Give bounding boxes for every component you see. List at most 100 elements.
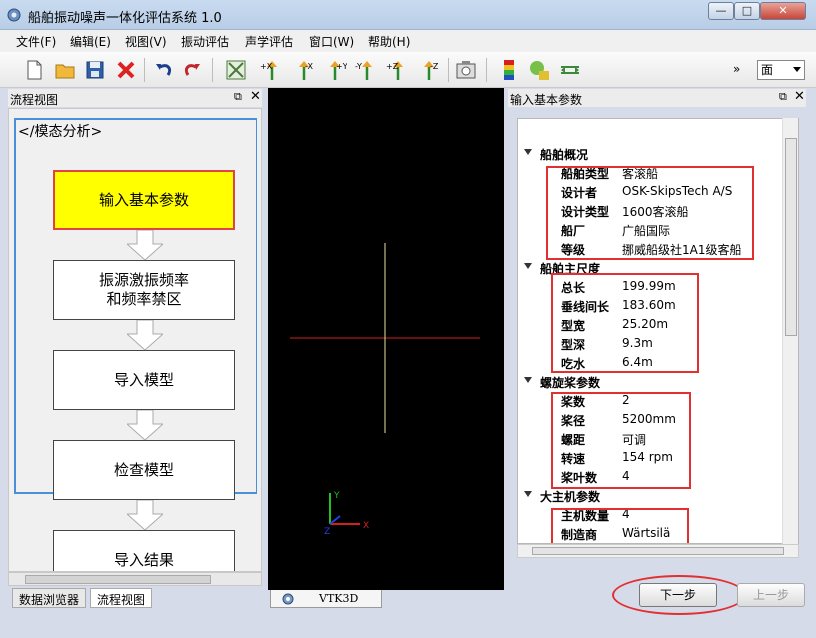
crosshair: Y X Z (290, 243, 480, 537)
display-mode-value: 面 (761, 63, 774, 77)
close-panel-icon[interactable]: ✕ (250, 89, 261, 104)
highlight-box (551, 273, 699, 373)
scrollbar-thumb[interactable] (532, 547, 784, 555)
group-title-text: 船舶概况 (540, 148, 589, 162)
minimize-button[interactable]: — (708, 2, 734, 20)
menu-window[interactable]: 窗口(W) (309, 33, 354, 50)
right-panel-header: 输入基本参数 ⧉ ✕ (508, 89, 806, 107)
step-input-params[interactable]: 输入基本参数 (53, 170, 235, 230)
view-minus-y-icon[interactable]: -Y (355, 58, 379, 82)
color-map-icon[interactable] (497, 58, 521, 82)
menu-view[interactable]: 视图(V) (125, 33, 167, 50)
step-excitation-frequency[interactable]: 振源激振频率 和频率禁区 (53, 260, 235, 320)
close-panel-icon[interactable]: ✕ (794, 89, 805, 104)
step-label: 输入基本参数 (98, 190, 189, 209)
property-tree: 船舶概况 船舶类型 客滚船 设计者 OSK-SkipsTech A/S 设计类型… (517, 118, 799, 544)
float-panel-icon[interactable]: ⧉ (779, 90, 787, 104)
left-splitter[interactable] (257, 109, 261, 571)
arrow-down-icon (127, 410, 163, 440)
vtk-3d-viewport[interactable]: Y X Z (268, 88, 504, 590)
svg-text:-Z: -Z (430, 62, 439, 71)
toolbar: +X -X +Y -Y +Z -Z » 面 (0, 52, 816, 88)
window-title: 船舶振动噪声一体化评估系统 1.0 (28, 11, 222, 26)
step-import-model[interactable]: 导入模型 (53, 350, 235, 410)
chevron-down-icon (793, 67, 801, 72)
maximize-button[interactable]: □ (734, 2, 760, 20)
app-gear-icon (7, 8, 21, 22)
group-main-engine[interactable]: 大主机参数 (524, 488, 601, 505)
toolbar-separator (486, 58, 487, 82)
arrow-down-icon (127, 320, 163, 350)
redo-icon[interactable] (180, 58, 204, 82)
tab-vtk3d[interactable]: VTK3D (270, 590, 382, 608)
gear-icon (282, 593, 294, 605)
svg-text:+Y: +Y (336, 62, 347, 71)
flow-title: </模态分析> (18, 124, 103, 140)
svg-text:-Y: -Y (355, 62, 362, 71)
highlight-box (551, 508, 689, 543)
expand-arrow-icon[interactable] (524, 491, 532, 497)
step-label: 导入结果 (113, 550, 174, 569)
group-title-text: 大主机参数 (540, 490, 601, 504)
menu-help[interactable]: 帮助(H) (368, 33, 410, 50)
menu-bar: 文件(F) 编辑(E) 视图(V) 振动评估 声学评估 窗口(W) 帮助(H) (0, 30, 816, 52)
view-plus-z-icon[interactable]: +Z (386, 58, 410, 82)
view-minus-x-icon[interactable]: -X (292, 58, 316, 82)
right-panel-title: 输入基本参数 (510, 93, 583, 107)
step-import-results[interactable]: 导入结果 (53, 530, 235, 571)
highlight-ellipse (612, 575, 746, 615)
view-plus-y-icon[interactable]: +Y (323, 58, 348, 82)
toolbar-separator (212, 58, 213, 82)
vtk-tab-label: VTK3D (319, 592, 359, 605)
view-plus-x-icon[interactable]: +X (260, 58, 284, 82)
expand-arrow-icon[interactable] (524, 149, 532, 155)
axis-z-label: Z (324, 527, 330, 537)
display-mode-select[interactable]: 面 (757, 60, 805, 80)
camera-icon[interactable] (454, 58, 478, 82)
svg-text:-X: -X (305, 62, 313, 71)
open-folder-icon[interactable] (53, 58, 77, 82)
right-horizontal-scrollbar[interactable] (517, 544, 799, 558)
tab-flow-view[interactable]: 流程视图 (90, 588, 153, 608)
step-label: 导入模型 (113, 370, 174, 389)
delete-icon[interactable] (114, 58, 138, 82)
contour-icon[interactable] (527, 58, 551, 82)
undo-icon[interactable] (152, 58, 176, 82)
expand-arrow-icon[interactable] (524, 377, 532, 383)
flow-view: </模态分析> 输入基本参数 振源激振频率 和频率禁区 导入模型 检查模型 导入… (8, 108, 262, 572)
group-title-text: 螺旋桨参数 (540, 376, 601, 390)
measure-icon[interactable] (558, 58, 582, 82)
menu-acoustics[interactable]: 声学评估 (245, 33, 293, 50)
toolbar-separator (144, 58, 145, 82)
float-panel-icon[interactable]: ⧉ (234, 90, 242, 104)
axis-x-label: X (363, 521, 369, 531)
new-file-icon[interactable] (22, 58, 46, 82)
expand-arrow-icon[interactable] (524, 263, 532, 269)
fit-view-icon[interactable] (224, 58, 248, 82)
menu-file[interactable]: 文件(F) (16, 33, 56, 50)
arrow-down-icon (127, 230, 163, 260)
left-panel-title: 流程视图 (10, 93, 59, 107)
view-minus-z-icon[interactable]: -Z (417, 58, 441, 82)
toolbar-overflow-button[interactable]: » (733, 62, 740, 76)
highlight-box (551, 392, 691, 489)
group-propeller[interactable]: 螺旋桨参数 (524, 374, 601, 391)
step-label: 振源激振频率 和频率禁区 (98, 271, 189, 308)
close-button[interactable]: ✕ (760, 2, 806, 20)
left-panel-header: 流程视图 ⧉ ✕ (8, 89, 262, 107)
scrollbar-thumb[interactable] (25, 575, 211, 584)
step-check-model[interactable]: 检查模型 (53, 440, 235, 500)
highlight-box (546, 166, 754, 260)
group-ship-overview[interactable]: 船舶概况 (524, 146, 589, 163)
menu-edit[interactable]: 编辑(E) (70, 33, 111, 50)
menu-vibration[interactable]: 振动评估 (181, 33, 229, 50)
save-icon[interactable] (83, 58, 107, 82)
axis-y-label: Y (333, 491, 340, 501)
scrollbar-thumb[interactable] (785, 138, 797, 336)
svg-text:+Z: +Z (386, 62, 399, 71)
svg-text:+X: +X (260, 62, 273, 71)
tab-data-browser[interactable]: 数据浏览器 (12, 588, 87, 608)
previous-step-button[interactable]: 上一步 (737, 583, 805, 607)
right-vertical-scrollbar[interactable] (782, 118, 798, 544)
left-horizontal-scrollbar[interactable] (8, 572, 262, 586)
